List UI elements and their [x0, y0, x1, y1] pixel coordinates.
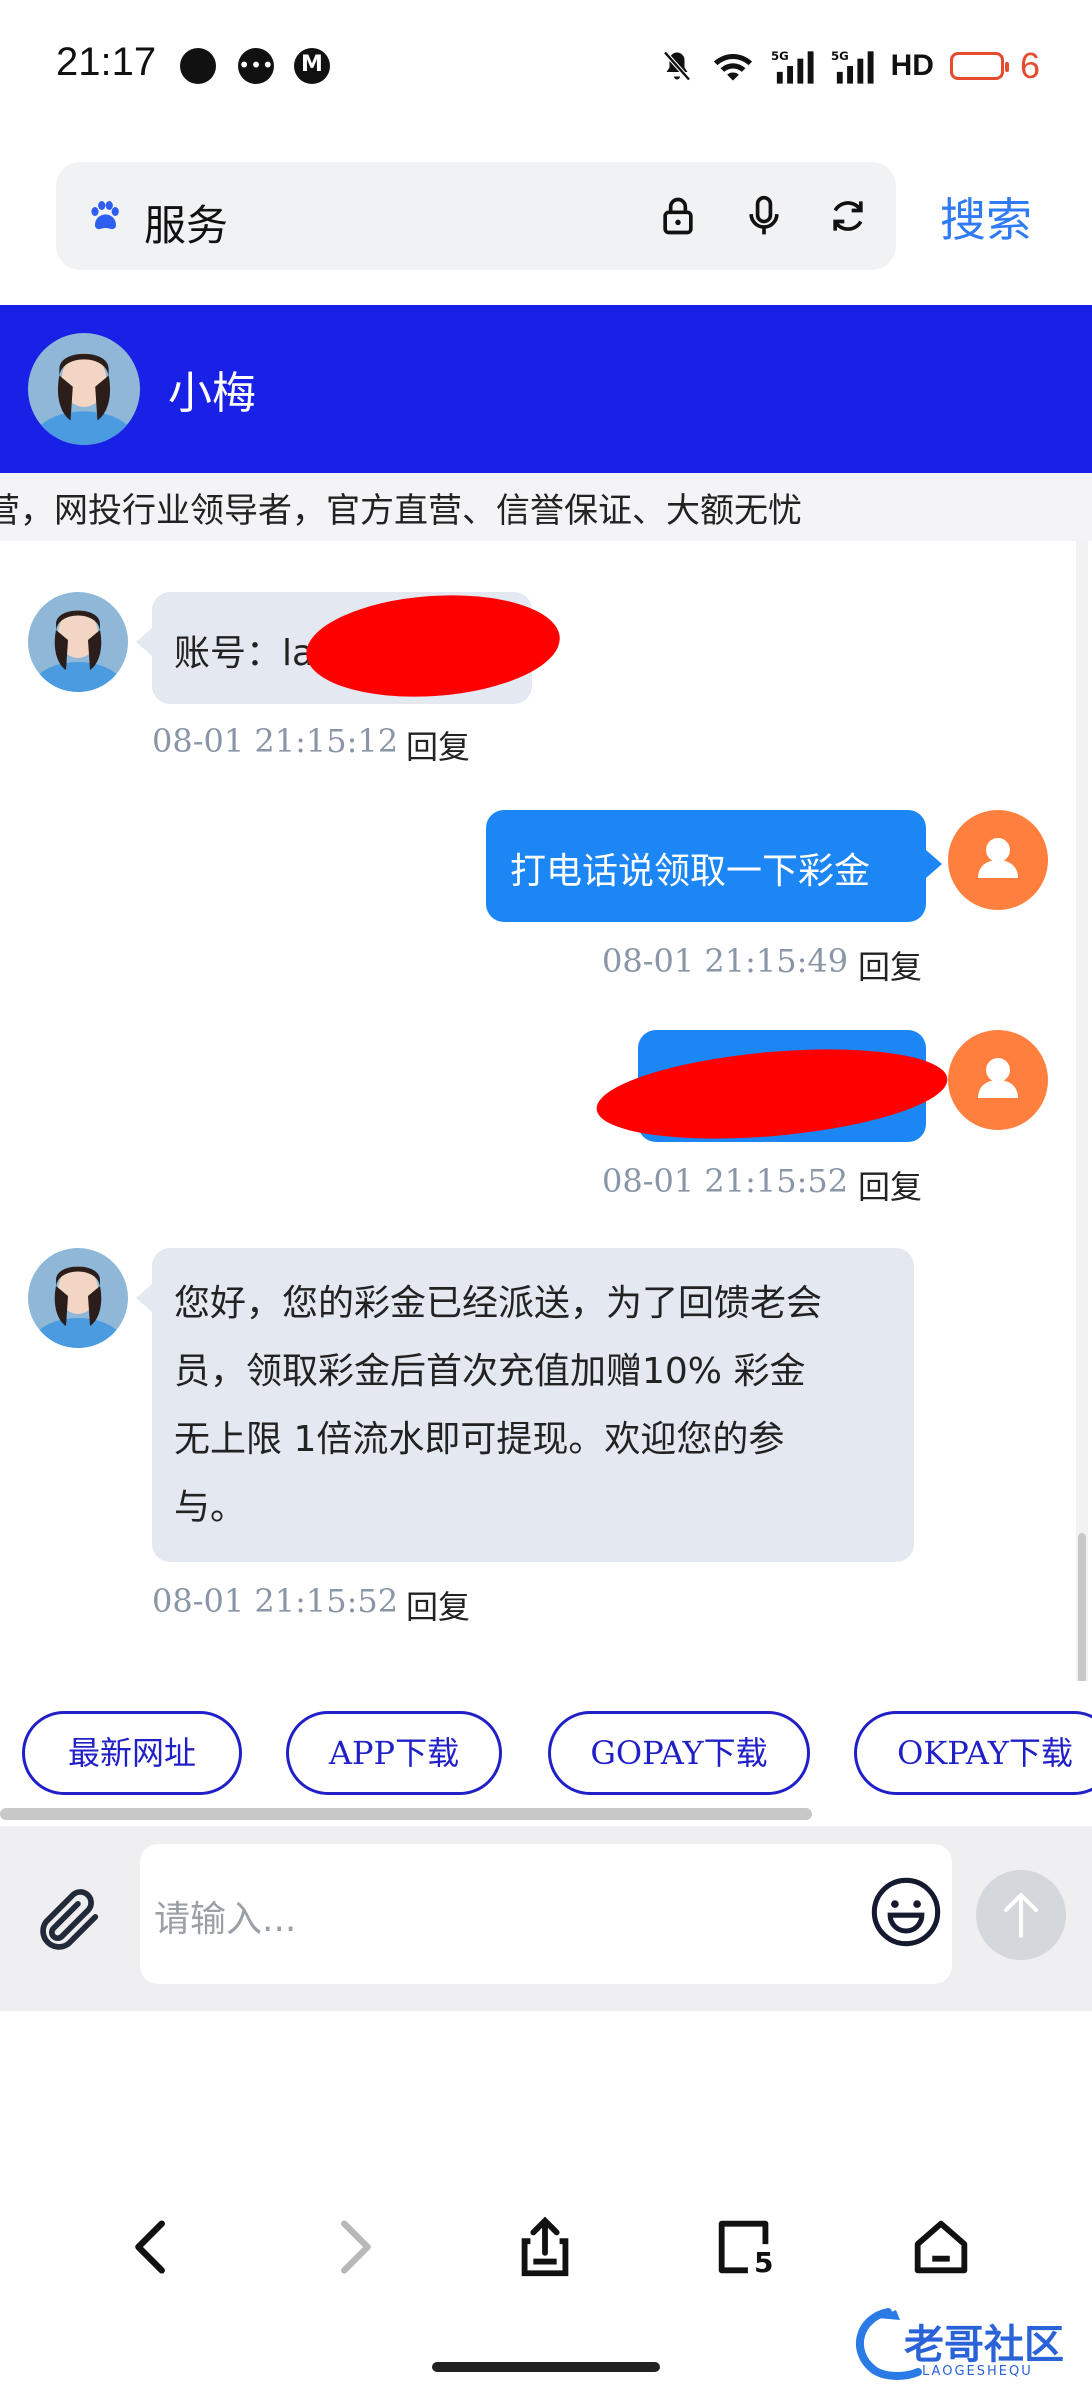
message-time: 08-01 21:15:52 — [152, 1582, 399, 1620]
user-avatar — [948, 810, 1048, 910]
messages-icon: ••• — [238, 48, 274, 84]
quick-link-latest-url[interactable]: 最新网址 — [22, 1711, 242, 1795]
message-line: 员，领取彩金后首次充值加赠10% 彩金 — [174, 1351, 806, 1392]
message-bubble: 您好，您的彩金已经派送，为了回馈老会 员，领取彩金后首次充值加赠10% 彩金 无… — [152, 1248, 914, 1562]
mute-icon — [662, 51, 691, 81]
chat-bubble-icon — [180, 48, 216, 84]
svg-text:5G: 5G — [771, 49, 789, 63]
tabs-count: 5 — [754, 2246, 774, 2279]
agent-avatar — [28, 592, 128, 692]
watermark-text: 老哥社区 — [904, 2322, 1064, 2368]
browser-bottom-nav: 5 — [0, 2150, 1092, 2330]
reply-button[interactable]: 回复 — [406, 722, 470, 768]
status-icons: 5G 5G HD 6 — [659, 40, 1040, 92]
agent-name: 小梅 — [168, 368, 256, 419]
signal-icon: 5G — [771, 49, 814, 84]
reply-button[interactable]: 回复 — [858, 942, 922, 988]
message-time: 08-01 21:15:49 — [602, 942, 849, 980]
lock-icon[interactable] — [656, 194, 700, 238]
status-bar: 21:17 ••• M 5G 5G HD 6 — [0, 0, 1092, 140]
watermark-subtext: LAOGESHEQU — [922, 2364, 1033, 2379]
message-time: 08-01 21:15:52 — [602, 1162, 849, 1200]
paw-icon — [91, 201, 119, 230]
quick-links-scrollbar[interactable] — [0, 1806, 1092, 1822]
message-text: 账号：la — [174, 633, 315, 674]
battery-level: 6 — [1019, 45, 1040, 86]
share-icon[interactable] — [510, 2212, 580, 2282]
emoji-icon[interactable] — [868, 1874, 944, 1950]
agent-avatar — [28, 333, 140, 445]
back-icon[interactable] — [118, 2212, 188, 2282]
signal-icon: 5G — [831, 49, 874, 84]
chat-scrollbar[interactable] — [1076, 541, 1088, 1683]
message-input[interactable]: 请输入... — [140, 1844, 952, 1984]
message-bubble: 打电话说领取一下彩金 — [486, 810, 926, 922]
user-avatar — [948, 1030, 1048, 1130]
address-bar[interactable]: 服务 — [56, 162, 896, 270]
watermark-logo: 老哥社区 LAOGESHEQU — [848, 2304, 1080, 2384]
metro-icon: M — [294, 48, 330, 84]
status-time: 21:17 — [56, 40, 157, 84]
search-query: 服务 — [144, 201, 229, 250]
message-time: 08-01 21:15:12 — [152, 722, 399, 760]
browser-bar: 服务 搜索 — [0, 140, 1092, 305]
message-text: 打电话说领取一下彩金 — [510, 851, 871, 892]
mic-icon[interactable] — [742, 194, 786, 238]
message-line: 无上限 1倍流水即可提现。欢迎您的参 — [174, 1419, 785, 1460]
send-button[interactable] — [976, 1870, 1066, 1960]
reply-button[interactable]: 回复 — [858, 1162, 922, 1208]
refresh-icon[interactable] — [826, 194, 870, 238]
hd-indicator: HD — [890, 49, 934, 82]
forward-icon[interactable] — [318, 2212, 388, 2282]
battery-icon — [949, 52, 1009, 80]
quick-links: 最新网址 APP下载 GOPAY下载 OKPAY下载 — [0, 1681, 1092, 1826]
home-indicator[interactable] — [432, 2362, 660, 2372]
message-line: 与。 — [174, 1487, 247, 1528]
quick-link-app-download[interactable]: APP下载 — [286, 1711, 502, 1795]
agent-avatar — [28, 1248, 128, 1348]
quick-link-gopay-download[interactable]: GOPAY下载 — [548, 1711, 810, 1795]
arrow-up-icon — [1004, 1893, 1038, 1938]
home-icon[interactable] — [906, 2212, 976, 2282]
attachment-icon[interactable] — [32, 1882, 108, 1958]
announcement-text: 营，网投行业领导者，官方直营、信誉保证、大额无忧 — [0, 491, 802, 531]
input-placeholder: 请输入... — [154, 1899, 297, 1940]
tabs-button[interactable]: 5 — [710, 2212, 780, 2282]
composer: 请输入... — [0, 1826, 1092, 2011]
message-line: 您好，您的彩金已经派送，为了回馈老会 — [174, 1283, 823, 1324]
message-text: 您好，您的彩金已经派送，为了回馈老会 员，领取彩金后首次充值加赠10% 彩金 无… — [174, 1270, 822, 1542]
svg-text:5G: 5G — [831, 49, 849, 63]
search-button[interactable]: 搜索 — [940, 184, 1032, 250]
announcement-marquee: 营，网投行业领导者，官方直营、信誉保证、大额无忧 — [0, 473, 1092, 541]
chat-header: 小梅 — [0, 305, 1092, 473]
quick-link-okpay-download[interactable]: OKPAY下载 — [854, 1711, 1092, 1795]
reply-button[interactable]: 回复 — [406, 1582, 470, 1628]
wifi-icon — [713, 54, 752, 81]
